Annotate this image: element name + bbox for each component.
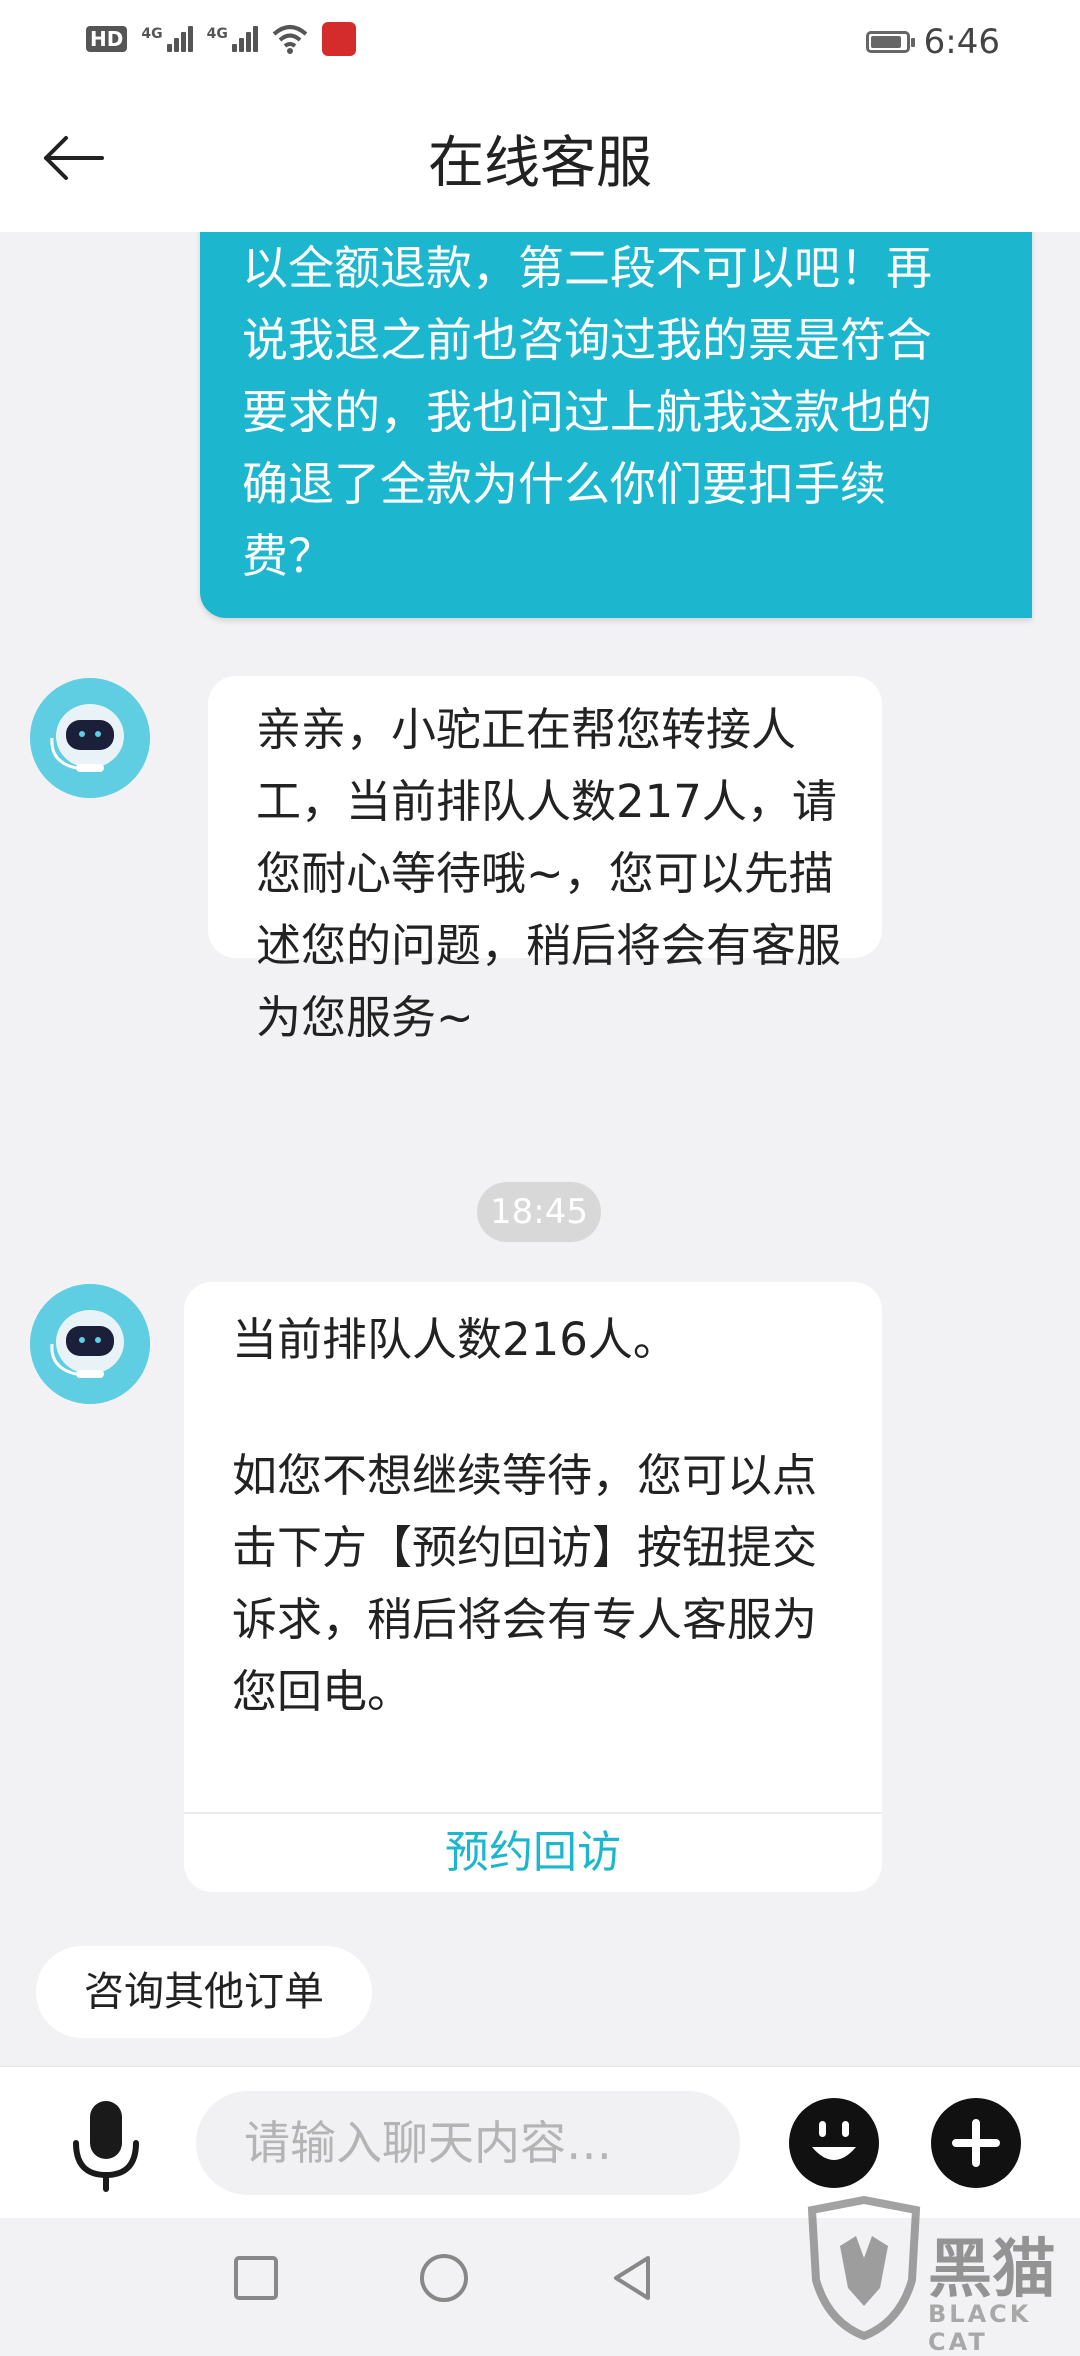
hd-badge: HD xyxy=(86,26,128,52)
status-right: 6:46 xyxy=(865,22,1000,62)
wifi-icon xyxy=(272,25,308,54)
battery-icon xyxy=(865,31,915,53)
incoming-message-with-action[interactable]: 当前排队人数216人。 如您不想继续等待，您可以点击下方【预约回访】按钮提交诉求… xyxy=(184,1282,882,1892)
emoji-icon[interactable] xyxy=(788,2097,880,2189)
robot-avatar-icon[interactable] xyxy=(30,1284,150,1404)
message-text: 当前排队人数216人。 xyxy=(232,1313,678,1366)
network-label: 4G xyxy=(141,26,163,42)
chat-area[interactable]: 以全额退款，第二段不可以吧！再说我退之前也咨询过我的票是符合要求的，我也问过上航… xyxy=(0,232,1080,2066)
message-text: 以全额退款，第二段不可以吧！再说我退之前也咨询过我的票是符合要求的，我也问过上航… xyxy=(242,241,932,583)
status-bar: HD 4G 4G 6:46 xyxy=(0,0,1080,84)
outgoing-message[interactable]: 以全额退款，第二段不可以吧！再说我退之前也咨询过我的票是符合要求的，我也问过上航… xyxy=(200,232,1032,618)
message-text: 如您不想继续等待，您可以点击下方【预约回访】按钮提交诉求，稍后将会有专人客服为您… xyxy=(232,1449,818,1718)
robot-avatar-icon[interactable] xyxy=(30,678,150,798)
page-title: 在线客服 xyxy=(428,131,652,196)
plus-icon[interactable] xyxy=(930,2097,1022,2189)
watermark-subtext: BLACK CAT xyxy=(928,2300,1032,2356)
message-body: 当前排队人数216人。 如您不想继续等待，您可以点击下方【预约回访】按钮提交诉求… xyxy=(184,1282,882,1728)
watermark-logo: 黑猫 BLACK CAT xyxy=(800,2195,1080,2356)
chat-input[interactable] xyxy=(196,2091,740,2195)
square-icon[interactable] xyxy=(226,2248,286,2308)
message-text: 亲亲，小驼正在帮您转接人工，当前排队人数217人，请您耐心等待哦~，您可以先描述… xyxy=(256,703,842,1044)
signal-icon: 4G xyxy=(141,26,193,52)
watermark-text: 黑猫 xyxy=(928,2233,1056,2307)
app-header: 在线客服 xyxy=(0,84,1080,232)
microphone-icon[interactable] xyxy=(66,2097,146,2193)
circle-icon[interactable] xyxy=(414,2248,474,2308)
quick-reply-chip[interactable]: 咨询其他订单 xyxy=(36,1946,372,2038)
signal-icon: 4G xyxy=(207,26,258,52)
clock: 6:46 xyxy=(923,22,1000,62)
status-left: HD 4G 4G xyxy=(86,22,356,56)
timestamp-badge: 18:45 xyxy=(477,1182,601,1242)
app-notification-icon xyxy=(321,22,356,56)
triangle-back-icon[interactable] xyxy=(602,2248,662,2308)
schedule-callback-button[interactable]: 预约回访 xyxy=(184,1814,882,1892)
incoming-message[interactable]: 亲亲，小驼正在帮您转接人工，当前排队人数217人，请您耐心等待哦~，您可以先描述… xyxy=(208,676,882,1044)
cat-shield-icon xyxy=(807,2195,921,2341)
network-label: 4G xyxy=(206,26,228,42)
